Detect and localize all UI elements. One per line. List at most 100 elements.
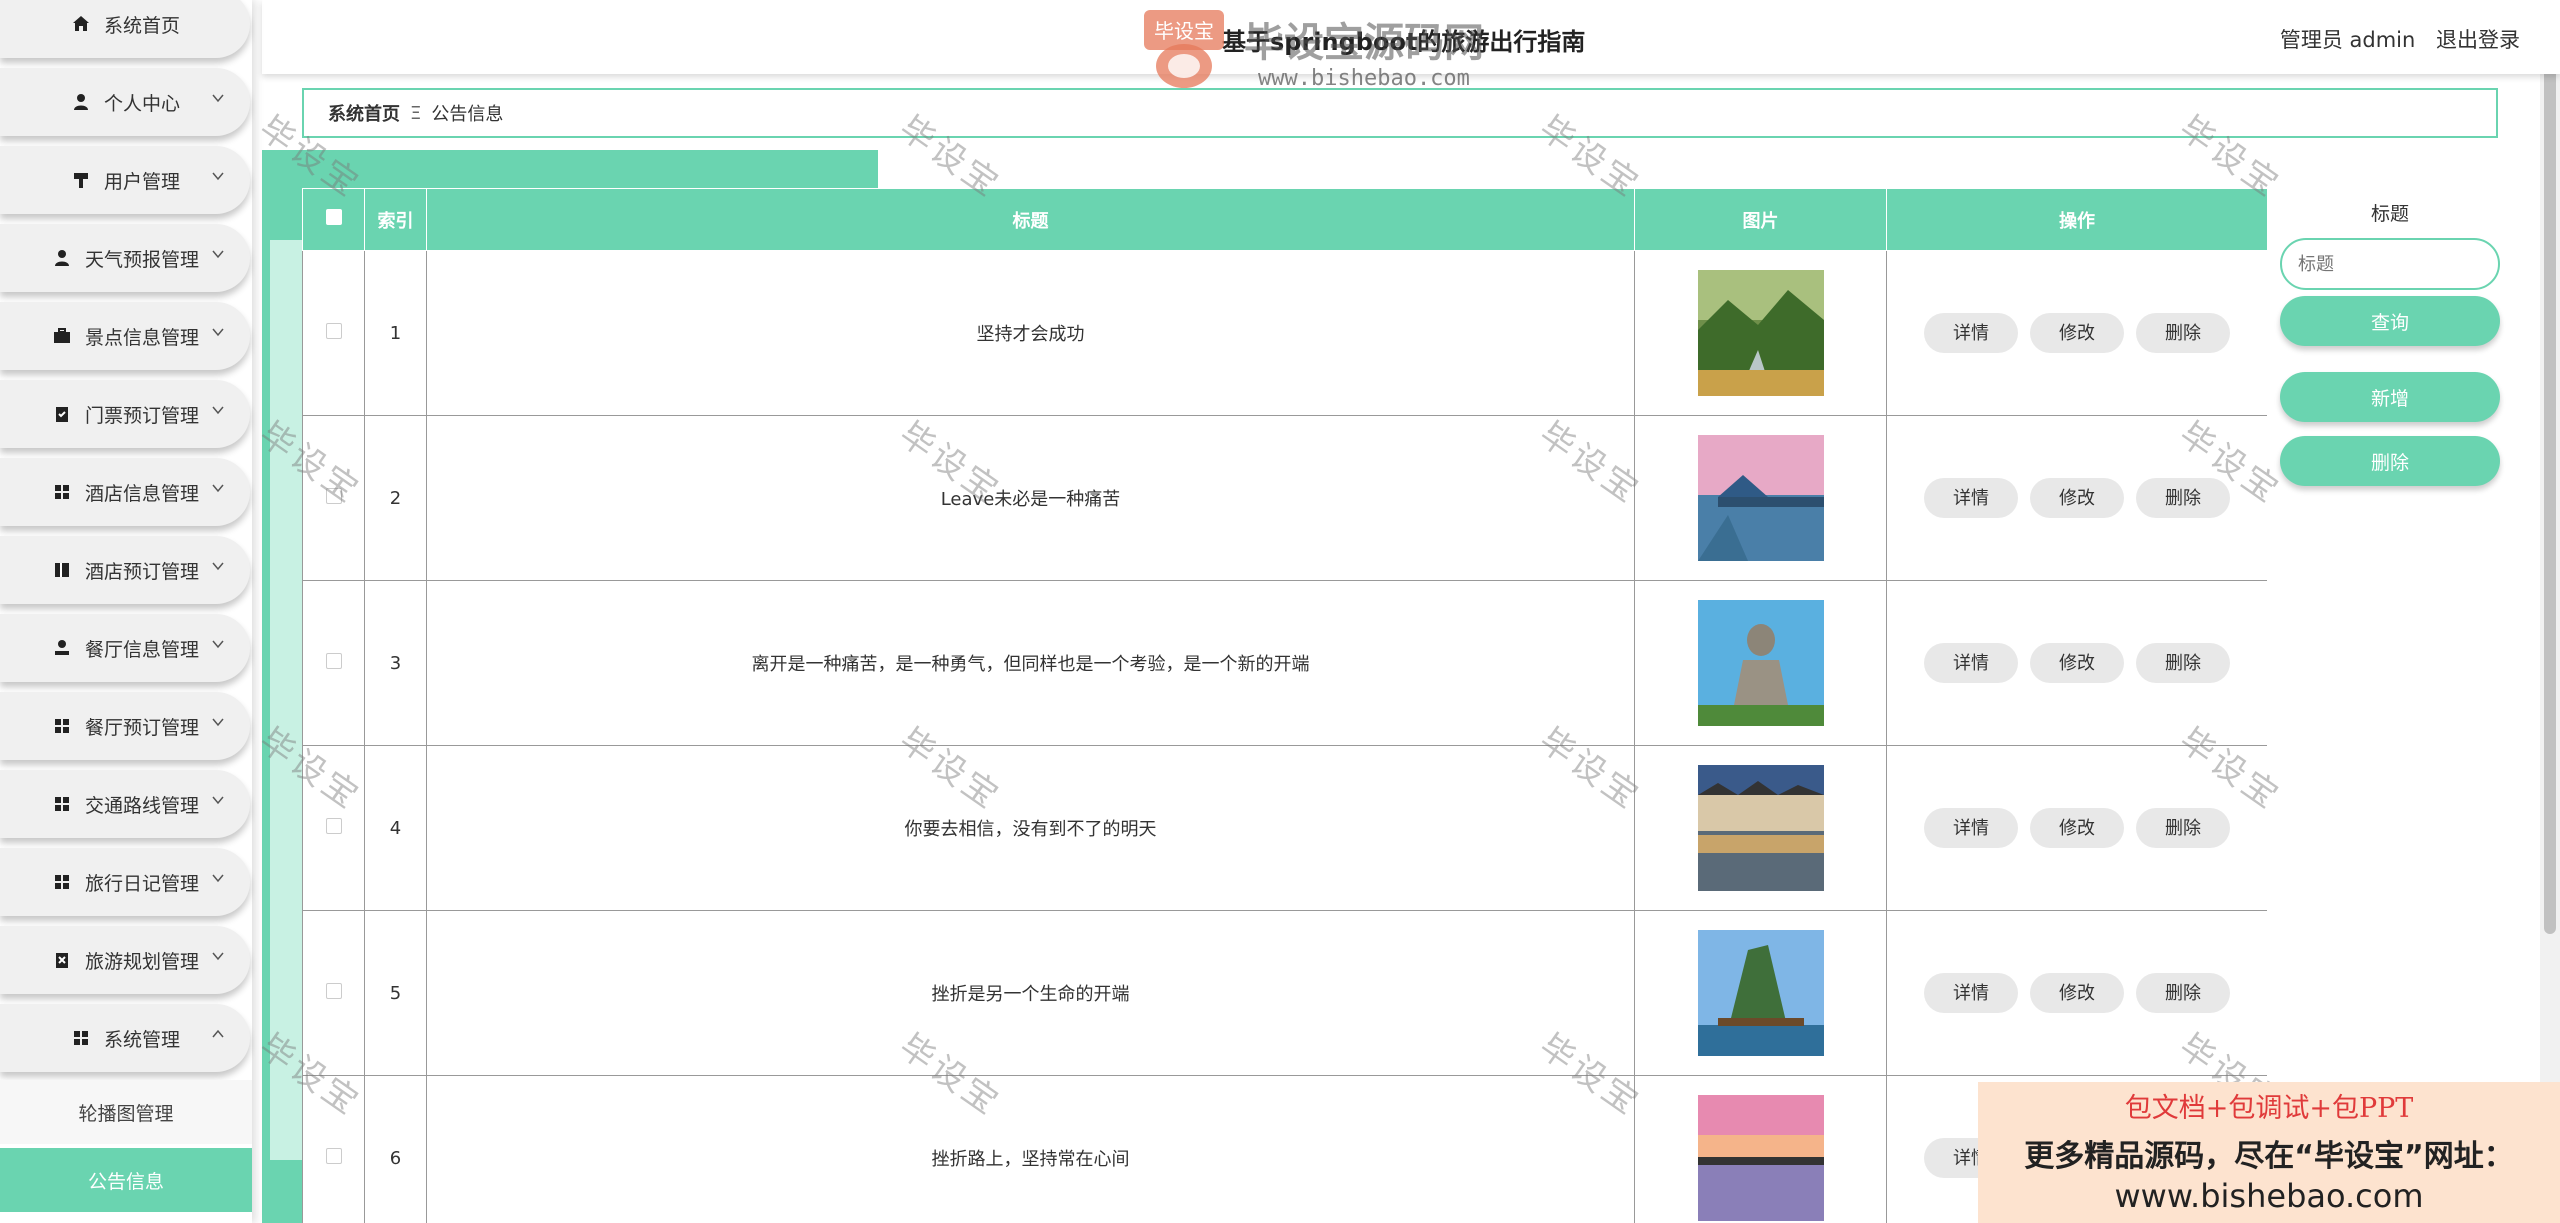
- select-all-checkbox[interactable]: [325, 209, 342, 225]
- delete-button[interactable]: 删除: [2136, 808, 2230, 848]
- ad-banner[interactable]: 包文档+包调试+包PPT 更多精品源码，尽在“毕设宝”网址： www.bishe…: [1978, 1082, 2560, 1223]
- clipboard-icon: [51, 403, 73, 425]
- sidebar-item-label: 餐厅信息管理: [84, 638, 199, 661]
- row-checkbox[interactable]: [325, 487, 342, 504]
- row-index: 5: [364, 910, 427, 1076]
- add-button[interactable]: 新增: [2280, 372, 2500, 422]
- chevron-down-icon: [212, 172, 224, 181]
- sidebar-item-scenic[interactable]: 景点信息管理: [0, 302, 250, 370]
- sidebar-item-restaurant-booking[interactable]: 餐厅预订管理: [0, 692, 250, 760]
- row-checkbox[interactable]: [325, 1147, 342, 1164]
- chevron-down-icon: [212, 874, 224, 883]
- row-checkbox[interactable]: [325, 322, 342, 339]
- edit-button[interactable]: 修改: [2030, 478, 2124, 518]
- thumbnail-buddha-statue[interactable]: [1697, 600, 1824, 726]
- decor-green-left-light: [270, 240, 302, 1160]
- page: 基于springboot的旅游出行指南 管理员 admin 退出登录 系统首页 …: [0, 0, 2560, 1223]
- logout-link[interactable]: 退出登录: [2436, 28, 2520, 52]
- delete-button[interactable]: 删除: [2136, 643, 2230, 683]
- sidebar-item-label: 交通路线管理: [84, 794, 199, 817]
- row-title: 挫折是另一个生命的开端: [426, 910, 1635, 1076]
- sidebar-item-hotel-booking[interactable]: 酒店预订管理: [0, 536, 250, 604]
- sidebar-item-label: 天气预报管理: [84, 248, 199, 271]
- sidebar-item-label: 系统管理: [103, 1028, 180, 1051]
- breadcrumb-home[interactable]: 系统首页: [328, 100, 400, 126]
- col-header-index: 索引: [364, 188, 427, 251]
- breadcrumb: 系统首页 Ξ 公告信息: [302, 88, 2498, 138]
- batch-delete-button[interactable]: 删除: [2280, 436, 2500, 486]
- sidebar-item-label: 景点信息管理: [84, 326, 199, 349]
- table-row: 4 你要去相信，没有到不了的明天 详情 修改 删除: [302, 745, 2267, 911]
- table-row: 1 坚持才会成功 详情 修改 删除: [302, 250, 2267, 416]
- row-checkbox[interactable]: [325, 652, 342, 669]
- sidebar-item-label: 旅行日记管理: [84, 872, 199, 895]
- table-row: 5 挫折是另一个生命的开端 详情 修改 删除: [302, 910, 2267, 1076]
- sidebar-item-transport[interactable]: 交通路线管理: [0, 770, 250, 838]
- sidebar-item-label: 用户管理: [103, 170, 180, 193]
- detail-button[interactable]: 详情: [1924, 808, 2018, 848]
- edit-button[interactable]: 修改: [2030, 313, 2124, 353]
- sidebar-item-ticket[interactable]: 门票预订管理: [0, 380, 250, 448]
- chevron-down-icon: [212, 484, 224, 493]
- decor-green-tab: [262, 150, 878, 190]
- edit-button[interactable]: 修改: [2030, 808, 2124, 848]
- detail-button[interactable]: 详情: [1924, 973, 2018, 1013]
- edit-button[interactable]: 修改: [2030, 973, 2124, 1013]
- scrollbar-thumb[interactable]: [2544, 4, 2556, 934]
- thumbnail-karst-mountain[interactable]: [1697, 930, 1824, 1056]
- notice-table: 索引 标题 图片 操作 1 坚持才会成功 详情 修改 删除 2 Leave未必是…: [302, 188, 2267, 1223]
- chevron-down-icon: [212, 406, 224, 415]
- delete-button[interactable]: 删除: [2136, 478, 2230, 518]
- row-checkbox[interactable]: [325, 817, 342, 834]
- col-header-image: 图片: [1634, 188, 1887, 251]
- logo-badge-text: 毕设宝: [1154, 19, 1214, 43]
- sidebar-subitem-notice[interactable]: 公告信息: [0, 1148, 252, 1212]
- thumbnail-sunset-lake[interactable]: [1697, 1095, 1824, 1221]
- table-row: 6 挫折路上，坚持常在心间 详情修改删除: [302, 1075, 2267, 1223]
- sidebar-item-label: 个人中心: [103, 92, 180, 115]
- user-card-icon: [51, 637, 73, 659]
- detail-button[interactable]: 详情: [1924, 313, 2018, 353]
- query-button[interactable]: 查询: [2280, 296, 2500, 346]
- sidebar: 系统首页 个人中心 用户管理 天气预报管理 景点信息管理 门票预订管理 酒店信息…: [0, 0, 252, 1223]
- page-scrollbar[interactable]: [2540, 0, 2560, 1223]
- col-header-actions: 操作: [1886, 188, 2267, 251]
- sidebar-item-weather[interactable]: 天气预报管理: [0, 224, 250, 292]
- chevron-down-icon: [212, 952, 224, 961]
- chevron-up-icon: [212, 1029, 224, 1038]
- person-icon: [51, 247, 73, 269]
- row-checkbox[interactable]: [325, 982, 342, 999]
- row-index: 2: [364, 415, 427, 581]
- ad-line-2: 更多精品源码，尽在“毕设宝”网址：: [2024, 1139, 2514, 1174]
- thumbnail-water-village[interactable]: [1697, 765, 1824, 891]
- chevron-down-icon: [212, 328, 224, 337]
- sidebar-item-restaurant-info[interactable]: 餐厅信息管理: [0, 614, 250, 682]
- thumbnail-forest-stream[interactable]: [1697, 270, 1824, 396]
- sidebar-item-label: 餐厅预订管理: [84, 716, 199, 739]
- row-index: 4: [364, 745, 427, 911]
- delete-button[interactable]: 删除: [2136, 313, 2230, 353]
- select-all-cell: [302, 188, 365, 251]
- delete-button[interactable]: 删除: [2136, 973, 2230, 1013]
- row-index: 1: [364, 250, 427, 416]
- grid-icon: [51, 793, 73, 815]
- detail-button[interactable]: 详情: [1924, 478, 2018, 518]
- sidebar-item-users[interactable]: 用户管理: [0, 146, 250, 214]
- sidebar-item-label: 门票预订管理: [84, 404, 199, 427]
- row-title: Leave未必是一种痛苦: [426, 415, 1635, 581]
- sidebar-subitem-carousel[interactable]: 轮播图管理: [0, 1080, 252, 1144]
- user-area: 管理员 admin 退出登录: [2266, 24, 2520, 54]
- sidebar-item-planning[interactable]: 旅游规划管理: [0, 926, 250, 994]
- sidebar-item-diary[interactable]: 旅行日记管理: [0, 848, 250, 916]
- clipboard-x-icon: [51, 949, 73, 971]
- thumbnail-lake-pavilion[interactable]: [1697, 435, 1824, 561]
- sidebar-item-hotel-info[interactable]: 酒店信息管理: [0, 458, 250, 526]
- detail-button[interactable]: 详情: [1924, 643, 2018, 683]
- sidebar-item-home[interactable]: 系统首页: [0, 0, 250, 58]
- edit-button[interactable]: 修改: [2030, 643, 2124, 683]
- logo-watermark: 毕设宝 毕设宝源码网 www.bishebao.com: [1134, 4, 1534, 94]
- sidebar-item-profile[interactable]: 个人中心: [0, 68, 250, 136]
- person-icon: [70, 91, 92, 113]
- search-title-input[interactable]: [2280, 238, 2500, 290]
- sidebar-item-system[interactable]: 系统管理: [0, 1004, 250, 1072]
